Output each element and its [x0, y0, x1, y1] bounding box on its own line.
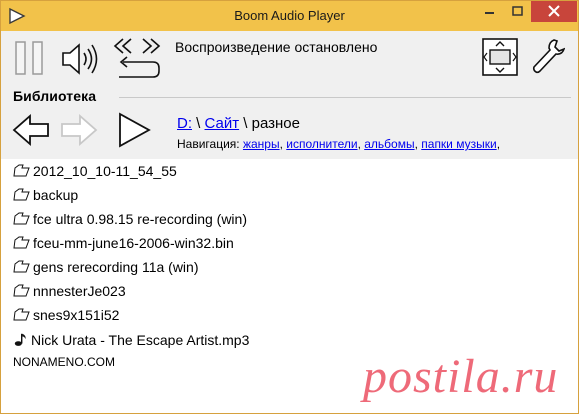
nav-link-artists[interactable]: исполнители	[286, 137, 357, 151]
list-item[interactable]: snes9x151i52	[13, 307, 119, 329]
list-item[interactable]: fce ultra 0.98.15 re-recording (win)	[13, 211, 247, 233]
breadcrumb-separator: \	[192, 115, 205, 132]
breadcrumb-site-link[interactable]: Сайт	[205, 115, 240, 132]
resize-window-icon[interactable]	[481, 37, 519, 77]
nav-trailing-comma: ,	[496, 137, 501, 151]
breadcrumb-separator: \	[239, 115, 252, 132]
folder-icon	[13, 236, 30, 249]
close-button[interactable]	[531, 1, 577, 22]
shuffle-repeat-icon[interactable]	[111, 35, 163, 81]
playback-status: Воспроизведение остановлено	[175, 39, 378, 55]
maximize-button[interactable]	[504, 1, 531, 22]
folder-icon	[13, 284, 30, 297]
pause-icon[interactable]	[13, 39, 47, 77]
file-name: nnnesterJe023	[33, 283, 126, 299]
list-item[interactable]: nnnesterJe023	[13, 283, 126, 305]
minimize-icon	[485, 12, 494, 14]
folder-icon	[13, 188, 30, 201]
player-toolbar: Воспроизведение остановлено	[1, 31, 578, 85]
list-item[interactable]: 2012_10_10-11_54_55	[13, 163, 177, 185]
list-item[interactable]: gens rerecording 11a (win)	[13, 259, 199, 281]
back-arrow-icon[interactable]	[11, 113, 51, 147]
nav-link-music-folders[interactable]: папки музыки	[421, 137, 496, 151]
navigation-line: Навигация: жанры, исполнители, альбомы, …	[177, 137, 500, 151]
maximize-icon	[512, 6, 523, 16]
library-navigation: D: \ Сайт \ разное Навигация: жанры, исп…	[1, 101, 578, 159]
folder-icon	[13, 308, 30, 321]
file-name: backup	[33, 187, 79, 203]
close-icon	[548, 5, 560, 17]
list-item[interactable]: Nick Urata - The Escape Artist.mp3	[13, 331, 249, 353]
forward-arrow-icon[interactable]	[59, 113, 99, 147]
footer-credit: NONAMENO.COM	[13, 355, 115, 369]
folder-icon	[13, 260, 30, 273]
file-name: fce ultra 0.98.15 re-recording (win)	[33, 211, 247, 227]
file-name: fceu-mm-june16-2006-win32.bin	[33, 235, 234, 251]
minimize-button[interactable]	[475, 1, 504, 22]
music-note-icon	[14, 333, 26, 346]
watermark-logo: postila.ru	[363, 350, 559, 403]
folder-icon	[13, 164, 30, 177]
navigation-prefix: Навигация:	[177, 137, 243, 151]
play-icon[interactable]	[115, 111, 153, 149]
file-name: gens rerecording 11a (win)	[33, 259, 199, 275]
settings-wrench-icon[interactable]	[529, 37, 565, 75]
nav-link-albums[interactable]: альбомы	[364, 137, 414, 151]
file-list: 2012_10_10-11_54_55 backup fce ultra 0.9…	[1, 159, 578, 413]
file-name: 2012_10_10-11_54_55	[33, 163, 177, 179]
folder-icon	[13, 212, 30, 225]
file-name: Nick Urata - The Escape Artist.mp3	[31, 332, 250, 348]
file-name: snes9x151i52	[33, 307, 120, 323]
title-bar[interactable]: Boom Audio Player	[1, 1, 578, 31]
breadcrumb-drive-link[interactable]: D:	[177, 115, 192, 132]
app-window: Boom Audio Player Воспроизведение остано…	[0, 0, 579, 414]
breadcrumb-current: разное	[251, 115, 300, 132]
list-item[interactable]: fceu-mm-june16-2006-win32.bin	[13, 235, 234, 257]
volume-icon[interactable]	[59, 41, 101, 77]
list-item[interactable]: backup	[13, 187, 78, 209]
breadcrumb: D: \ Сайт \ разное	[177, 115, 300, 132]
nav-link-genres[interactable]: жанры	[243, 137, 280, 151]
group-divider	[119, 97, 571, 98]
